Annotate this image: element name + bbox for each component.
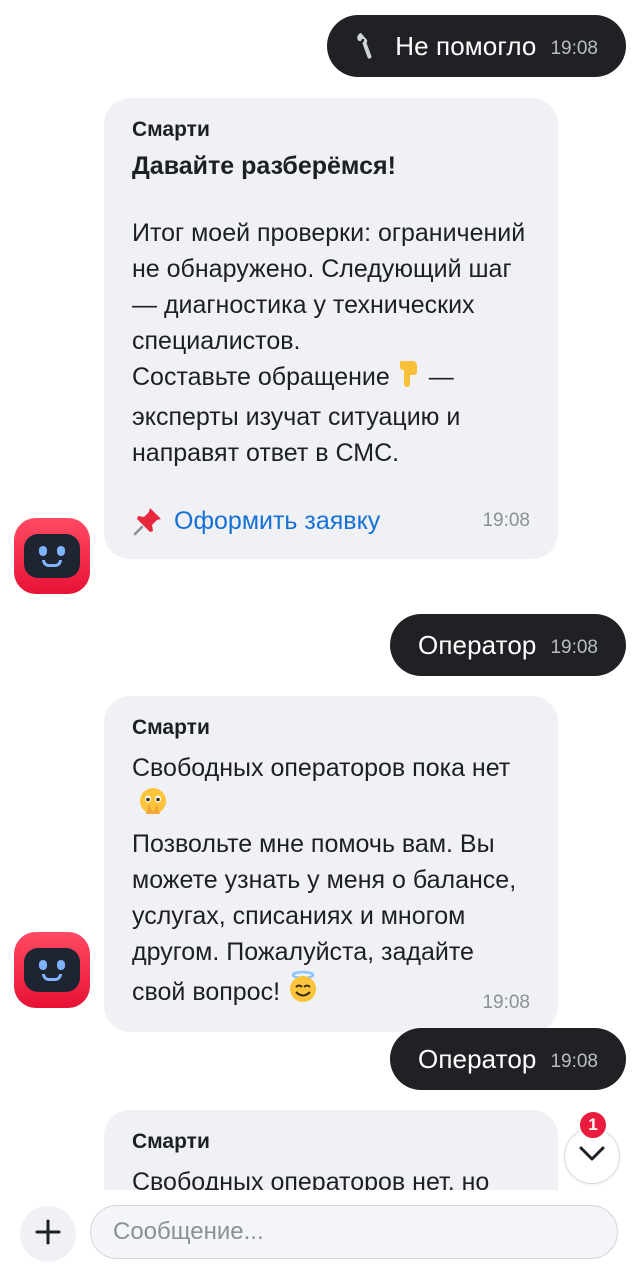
submit-request-label: Оформить заявку — [174, 506, 381, 535]
message-text: Свободных операторов нет, но — [132, 1168, 490, 1190]
pointing-down-icon — [396, 359, 422, 399]
unread-badge: 1 — [578, 1110, 608, 1140]
bot-avatar — [14, 518, 90, 594]
robot-face-icon — [24, 948, 80, 992]
sender-name: Смарти — [132, 716, 210, 739]
message-time: 19:08 — [550, 1051, 598, 1072]
attach-button[interactable] — [20, 1206, 76, 1262]
incoming-message: Смарти Давайте разберёмся! Итог моей про… — [104, 98, 558, 559]
message-text-part: Итог моей проверки: ограничений не обнар… — [132, 219, 526, 355]
message-time: 19:08 — [482, 510, 530, 531]
message-text: Свободных операторов пока нет Позвольте … — [132, 750, 530, 1014]
time-holder: 19:08 — [482, 992, 530, 1014]
message-composer — [0, 1190, 640, 1280]
message-title: Давайте разберёмся! — [132, 152, 396, 180]
message-text: Итог моей проверки: ограничений не обнар… — [132, 215, 530, 471]
plus-icon — [35, 1219, 61, 1250]
message-text-part: Свободных операторов пока нет — [132, 754, 511, 782]
action-row: Оформить заявку 19:08 — [132, 505, 530, 537]
message-time: 19:08 — [550, 637, 598, 658]
sender-name: Смарти — [132, 1130, 210, 1153]
wrench-icon — [355, 31, 381, 61]
message-time: 19:08 — [550, 38, 598, 59]
outgoing-message[interactable]: Оператор 19:08 — [390, 614, 626, 676]
submit-request-link[interactable]: Оформить заявку — [132, 505, 380, 537]
message-time: 19:08 — [482, 992, 530, 1013]
smiling-angel-icon — [286, 970, 320, 1014]
outgoing-message[interactable]: Оператор 19:08 — [390, 1028, 626, 1090]
chevron-down-icon — [579, 1146, 605, 1167]
pleading-hands-icon — [138, 786, 168, 826]
incoming-message: Смарти Свободных операторов нет, но — [104, 1110, 558, 1190]
message-text: Оператор — [418, 1043, 537, 1074]
message-clip: Смарти Свободных операторов нет, но — [104, 1110, 558, 1190]
sender-name: Смарти — [132, 118, 210, 141]
message-text: Не помогло — [395, 30, 537, 61]
pushpin-icon — [132, 505, 164, 537]
outgoing-message[interactable]: Не помогло 19:08 — [327, 15, 626, 77]
bot-avatar — [14, 932, 90, 1008]
incoming-message: Смарти Свободных операторов пока нет Поз… — [104, 696, 558, 1032]
message-text: Оператор — [418, 629, 537, 660]
chat-screen: Не помогло 19:08 Смарти Давайте разберём… — [0, 0, 640, 1280]
message-input[interactable] — [90, 1205, 618, 1259]
robot-face-icon — [24, 534, 80, 578]
message-text-part: Позвольте мне помочь вам. Вы можете узна… — [132, 830, 517, 1006]
message-text-part: Составьте обращение — [132, 363, 390, 391]
